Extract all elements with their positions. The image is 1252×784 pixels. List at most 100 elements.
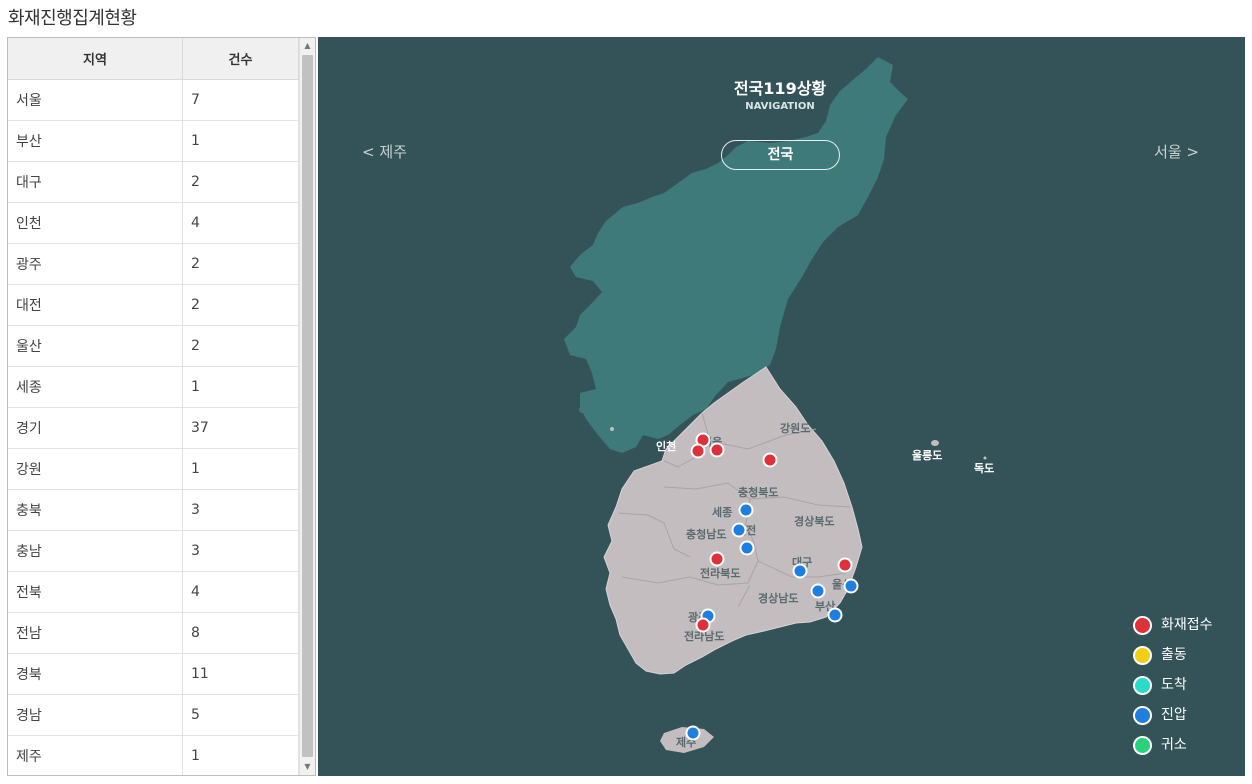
count-cell: 2: [182, 243, 299, 285]
legend-dot-icon: [1133, 616, 1152, 635]
marker-fire-report-gyeongbuk[interactable]: [837, 557, 853, 573]
region-cell: 인천: [8, 202, 183, 244]
table-scrollbar[interactable]: ▲ ▼: [299, 38, 315, 775]
table-row[interactable]: 전북 4: [8, 571, 299, 613]
marker-suppressed-daejeon[interactable]: [739, 540, 755, 556]
ulleungdo-island: [931, 440, 939, 446]
table-row[interactable]: 부산 1: [8, 120, 299, 162]
legend-item: 출동: [1133, 645, 1213, 675]
region-cell: 대전: [8, 284, 183, 326]
marker-fire-report-seoul-2[interactable]: [709, 442, 725, 458]
label-gyeongnam: 경상남도: [758, 591, 798, 605]
header-count[interactable]: 건수: [182, 38, 299, 80]
label-dokdo: 독도: [974, 462, 994, 475]
marker-fire-report-incheon[interactable]: [690, 443, 706, 459]
count-cell: 1: [182, 735, 299, 775]
region-cell: 광주: [8, 243, 183, 285]
marker-suppressed-jeju[interactable]: [685, 725, 701, 741]
table-row[interactable]: 전남 8: [8, 612, 299, 654]
count-cell: 3: [182, 489, 299, 531]
count-cell: 1: [182, 366, 299, 408]
scroll-up-arrow-icon[interactable]: ▲: [300, 38, 315, 54]
next-region-link[interactable]: 서울 >: [1154, 141, 1199, 162]
region-cell: 세종: [8, 366, 183, 408]
legend-item: 화재접수: [1133, 615, 1213, 645]
table-row[interactable]: 경북 11: [8, 653, 299, 695]
label-ulleungdo: 울릉도: [912, 449, 942, 462]
marker-suppressed-gyeongnam[interactable]: [810, 583, 826, 599]
marker-fire-report-jeonnam[interactable]: [695, 617, 711, 633]
count-cell: 2: [182, 325, 299, 367]
legend-item: 진압: [1133, 705, 1213, 735]
marker-fire-report-gangwon[interactable]: [762, 452, 778, 468]
region-cell: 강원: [8, 448, 183, 490]
region-cell: 전남: [8, 612, 183, 654]
legend-label: 도착: [1161, 677, 1187, 693]
current-region-button[interactable]: 전국: [721, 140, 840, 170]
table-header-row: 지역 건수: [8, 38, 299, 80]
status-legend: 화재접수출동도착진압귀소: [1133, 615, 1213, 765]
marker-suppressed-daegu[interactable]: [792, 563, 808, 579]
legend-label: 화재접수: [1161, 617, 1213, 633]
count-cell: 4: [182, 571, 299, 613]
header-region[interactable]: 지역: [8, 38, 183, 80]
label-gyeongbuk: 경상북도: [794, 514, 834, 528]
count-cell: 2: [182, 284, 299, 326]
label-jeonbuk: 전라북도: [700, 566, 740, 580]
map-title: 전국119상황: [733, 79, 827, 98]
baengnyeong-island: [579, 407, 585, 413]
scroll-thumb[interactable]: [302, 55, 313, 757]
label-sejong: 세종: [712, 505, 732, 519]
table-row[interactable]: 대전 2: [8, 284, 299, 326]
count-cell: 7: [182, 79, 299, 121]
table-row[interactable]: 경기 37: [8, 407, 299, 449]
table-row[interactable]: 대구 2: [8, 161, 299, 203]
legend-dot-icon: [1133, 736, 1152, 755]
marker-suppressed-busan[interactable]: [827, 607, 843, 623]
dokdo-island: [983, 456, 987, 460]
region-cell: 경북: [8, 653, 183, 695]
table-row[interactable]: 충남 3: [8, 530, 299, 572]
table-row[interactable]: 충북 3: [8, 489, 299, 531]
region-cell: 서울: [8, 79, 183, 121]
marker-suppressed-sejong[interactable]: [738, 502, 754, 518]
region-cell: 충북: [8, 489, 183, 531]
table-row[interactable]: 경남 5: [8, 694, 299, 736]
scroll-down-arrow-icon[interactable]: ▼: [300, 759, 315, 775]
legend-item: 도착: [1133, 675, 1213, 705]
table-row[interactable]: 울산 2: [8, 325, 299, 367]
table-row[interactable]: 제주 1: [8, 735, 299, 775]
count-cell: 8: [182, 612, 299, 654]
legend-dot-icon: [1133, 706, 1152, 725]
count-cell: 5: [182, 694, 299, 736]
region-count-table-panel: 지역 건수 서울 7 부산 1 대구 2 인천 4 광주 2 대전 2 울산 2 세종 1 경기 37 강원 1 충북 3…: [7, 37, 316, 776]
count-cell: 11: [182, 653, 299, 695]
region-count-table: 지역 건수 서울 7 부산 1 대구 2 인천 4 광주 2 대전 2 울산 2 세종 1 경기 37 강원 1 충북 3…: [8, 38, 299, 775]
legend-label: 진압: [1161, 707, 1187, 723]
legend-label: 귀소: [1161, 737, 1187, 753]
region-cell: 충남: [8, 530, 183, 572]
marker-suppressed-chungnam[interactable]: [731, 522, 747, 538]
marker-fire-report-jeonbuk[interactable]: [709, 551, 725, 567]
table-row[interactable]: 인천 4: [8, 202, 299, 244]
table-row[interactable]: 서울 7: [8, 79, 299, 121]
region-cell: 울산: [8, 325, 183, 367]
marker-suppressed-ulsan[interactable]: [843, 578, 859, 594]
region-cell: 제주: [8, 735, 183, 775]
map-panel: 인천 서울 강원도 충청북도 세종 충청남도 대전 경상북도 전라북도 대구 울…: [318, 37, 1245, 776]
small-island: [610, 427, 614, 431]
prev-region-link[interactable]: < 제주: [362, 141, 407, 162]
label-chungnam: 충청남도: [686, 527, 726, 541]
legend-dot-icon: [1133, 646, 1152, 665]
legend-label: 출동: [1161, 647, 1187, 663]
table-row[interactable]: 광주 2: [8, 243, 299, 285]
legend-item: 귀소: [1133, 735, 1213, 765]
label-incheon: 인천: [656, 439, 676, 453]
map-subtitle: NAVIGATION: [745, 101, 815, 112]
region-cell: 전북: [8, 571, 183, 613]
legend-dot-icon: [1133, 676, 1152, 695]
count-cell: 1: [182, 448, 299, 490]
table-row[interactable]: 세종 1: [8, 366, 299, 408]
table-row[interactable]: 강원 1: [8, 448, 299, 490]
count-cell: 3: [182, 530, 299, 572]
